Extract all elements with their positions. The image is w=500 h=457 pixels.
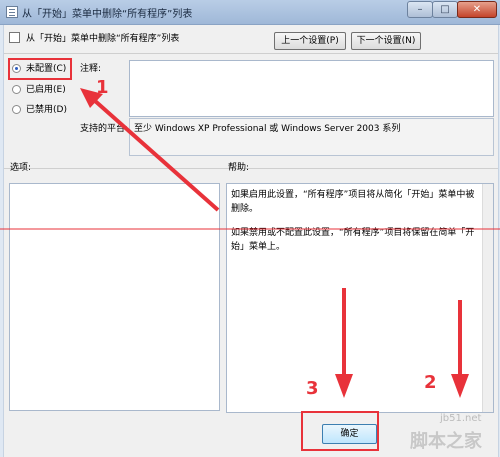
step-1-number: 1 (96, 77, 109, 98)
arrow-3-head (335, 374, 353, 398)
arrow-1 (92, 98, 220, 212)
watermark-url: jb51.net (440, 413, 482, 424)
watermark-text: 脚本之家 (410, 431, 482, 452)
arrow-2-head (451, 374, 469, 398)
step-2-number: 2 (424, 372, 437, 393)
step-3-number: 3 (306, 378, 319, 399)
